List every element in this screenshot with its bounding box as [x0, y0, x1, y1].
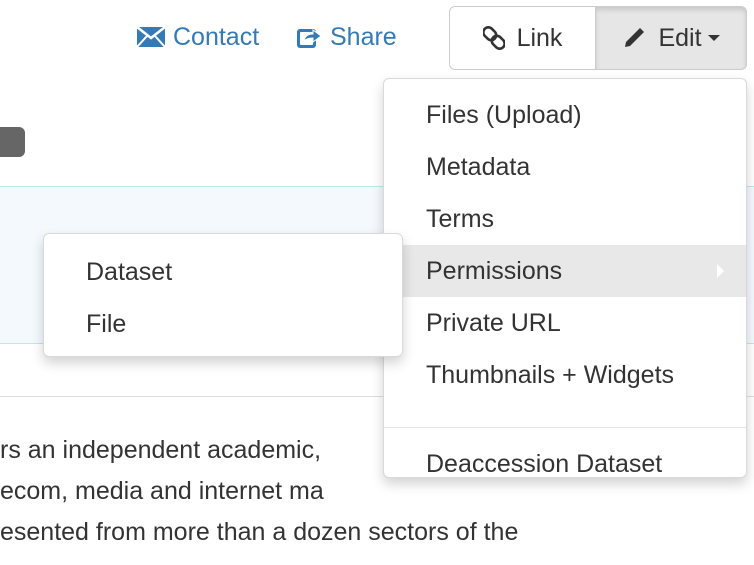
edit-button[interactable]: Edit — [596, 6, 747, 70]
menu-item-files-upload[interactable]: Files (Upload) — [384, 89, 746, 141]
pencil-icon — [622, 26, 646, 50]
edit-label: Edit — [658, 23, 702, 52]
link-icon — [482, 25, 505, 51]
caret-right-icon — [717, 264, 724, 278]
menu-item-permissions-label: Permissions — [426, 256, 563, 285]
envelope-icon — [137, 27, 165, 47]
edit-dropdown-menu: Files (Upload) Metadata Terms Permission… — [383, 78, 747, 478]
caret-down-icon — [707, 35, 720, 41]
link-button[interactable]: Link — [449, 6, 596, 70]
contact-label: Contact — [173, 22, 260, 51]
link-label: Link — [516, 23, 563, 52]
contact-link[interactable]: Contact — [137, 20, 259, 54]
menu-item-terms[interactable]: Terms — [384, 193, 746, 245]
dataset-version-badge — [0, 127, 25, 157]
menu-item-thumbnails-widgets[interactable]: Thumbnails + Widgets — [384, 349, 746, 401]
menu-item-private-url[interactable]: Private URL — [384, 297, 746, 349]
description-line: esented from more than a dozen sectors o… — [0, 518, 519, 546]
submenu-item-dataset[interactable]: Dataset — [44, 246, 402, 298]
menu-item-deaccession-dataset[interactable]: Deaccession Dataset — [384, 438, 746, 490]
menu-item-metadata[interactable]: Metadata — [384, 141, 746, 193]
submenu-item-file[interactable]: File — [44, 298, 402, 350]
menu-item-permissions[interactable]: Permissions — [384, 245, 746, 297]
share-link[interactable]: Share — [296, 20, 397, 54]
share-icon — [296, 25, 322, 49]
permissions-submenu: Dataset File — [43, 233, 403, 357]
menu-divider — [384, 427, 746, 428]
share-label: Share — [330, 22, 397, 51]
dataset-action-buttons: Link Edit — [449, 6, 747, 70]
